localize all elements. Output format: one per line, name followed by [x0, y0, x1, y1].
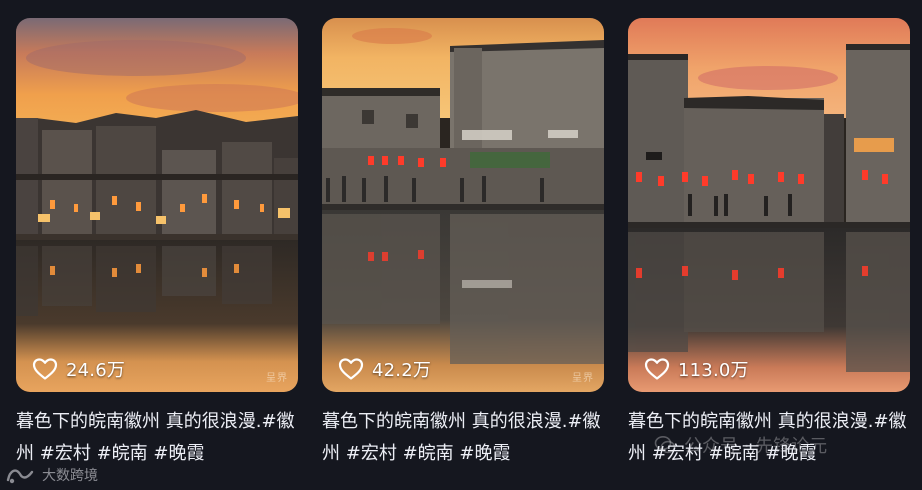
hashtag[interactable]: #皖南: [403, 443, 454, 464]
like-count: 42.2万: [372, 360, 432, 381]
brand-logo-icon: [6, 469, 34, 484]
hashtag[interactable]: #皖南: [709, 443, 760, 464]
like-button[interactable]: 24.6万: [32, 356, 125, 382]
heart-icon: [644, 358, 670, 380]
sunset-village-photo: [16, 18, 298, 392]
title-text: 暮色下的皖南徽州 真的很浪漫.: [322, 411, 568, 432]
like-button[interactable]: 42.2万: [338, 356, 431, 382]
hashtag[interactable]: #宏村: [346, 443, 397, 464]
post-thumbnail[interactable]: 24.6万 呈界: [16, 18, 298, 392]
heart-icon: [338, 358, 364, 380]
photo-watermark: 呈界: [266, 373, 288, 384]
post-thumbnail[interactable]: 113.0万: [628, 18, 910, 392]
hashtag[interactable]: #晚霞: [153, 443, 204, 464]
post-card[interactable]: 113.0万 暮色下的皖南徽州 真的很浪漫.#徽州 #宏村 #皖南 #晚霞: [628, 18, 910, 480]
like-count: 24.6万: [66, 360, 126, 381]
post-grid: 24.6万 呈界 暮色下的皖南徽州 真的很浪漫.#徽州 #宏村 #皖南 #晚霞: [0, 0, 922, 490]
post-title[interactable]: 暮色下的皖南徽州 真的很浪漫.#徽州 #宏村 #皖南 #晚霞: [16, 406, 298, 470]
post-title[interactable]: 暮色下的皖南徽州 真的很浪漫.#徽州 #宏村 #皖南 #晚霞: [322, 406, 604, 470]
post-title[interactable]: 暮色下的皖南徽州 真的很浪漫.#徽州 #宏村 #皖南 #晚霞: [628, 406, 910, 470]
hashtag[interactable]: #晚霞: [765, 443, 816, 464]
title-text: 暮色下的皖南徽州 真的很浪漫.: [16, 411, 262, 432]
heart-icon: [32, 358, 58, 380]
sunset-village-photo: [322, 18, 604, 392]
hashtag[interactable]: #宏村: [40, 443, 91, 464]
sunset-village-photo: [628, 18, 910, 392]
title-text: 暮色下的皖南徽州 真的很浪漫.: [628, 411, 874, 432]
photo-watermark: 呈界: [572, 373, 594, 384]
post-card[interactable]: 42.2万 呈界 暮色下的皖南徽州 真的很浪漫.#徽州 #宏村 #皖南 #晚霞: [322, 18, 604, 480]
hashtag[interactable]: #宏村: [652, 443, 703, 464]
post-card[interactable]: 24.6万 呈界 暮色下的皖南徽州 真的很浪漫.#徽州 #宏村 #皖南 #晚霞: [16, 18, 298, 480]
brand-watermark-text: 大数跨境: [42, 468, 98, 484]
hashtag[interactable]: #晚霞: [459, 443, 510, 464]
brand-watermark: 大数跨境: [4, 464, 98, 486]
post-thumbnail[interactable]: 42.2万 呈界: [322, 18, 604, 392]
like-button[interactable]: 113.0万: [644, 356, 749, 382]
hashtag[interactable]: #皖南: [97, 443, 148, 464]
like-count: 113.0万: [678, 360, 749, 381]
